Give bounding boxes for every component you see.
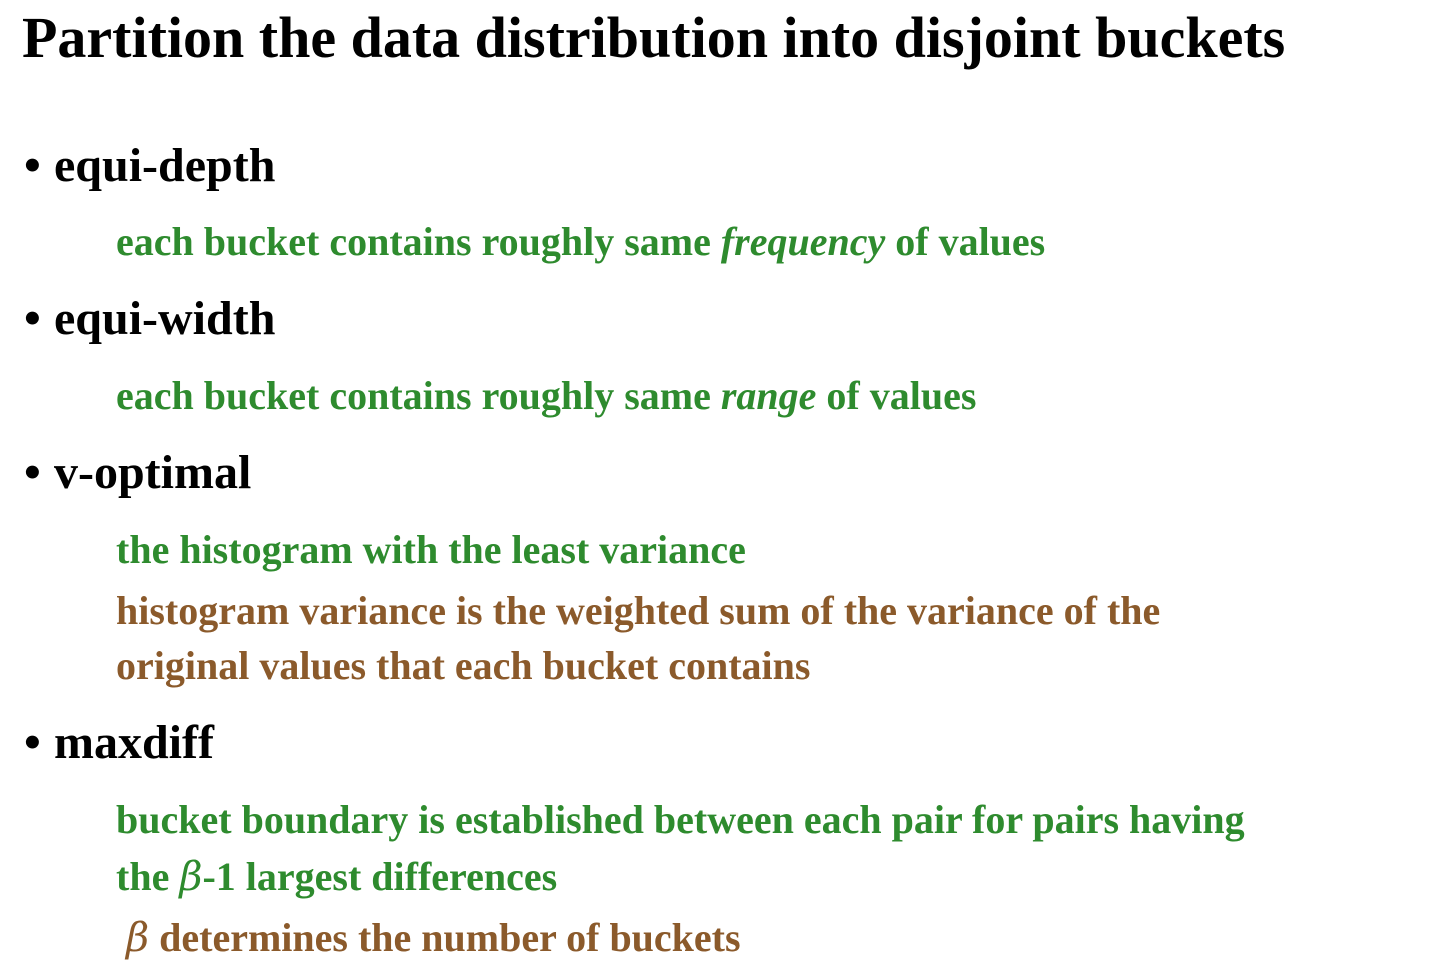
bullet-v-optimal: • v-optimal	[24, 445, 251, 501]
bullet-maxdiff: • maxdiff	[24, 715, 214, 771]
emphasis-text: range	[720, 373, 817, 418]
bullet-equi-depth: • equi-depth	[24, 138, 275, 194]
text-segment: determines the number of buckets	[149, 915, 741, 960]
equi-width-description: each bucket contains roughly same range …	[116, 372, 976, 420]
bullet-dot: •	[24, 716, 41, 769]
v-optimal-detail-line-1: histogram variance is the weighted sum o…	[116, 588, 1161, 633]
maxdiff-detail: β determines the number of buckets	[126, 914, 741, 962]
bullet-dot: •	[24, 292, 41, 345]
equi-depth-description: each bucket contains roughly same freque…	[116, 218, 1045, 266]
page-title: Partition the data distribution into dis…	[22, 5, 1286, 70]
text-segment: each bucket contains roughly same	[116, 219, 721, 264]
text-segment: of values	[885, 219, 1046, 264]
beta-symbol: β	[126, 915, 150, 961]
maxdiff-description-line-2: the β-1 largest differences	[116, 853, 557, 901]
text-segment: each bucket contains roughly same	[116, 373, 721, 418]
bullet-heading: equi-depth	[54, 139, 276, 192]
bullet-heading: v-optimal	[54, 446, 252, 499]
maxdiff-description-line-1: bucket boundary is established between e…	[116, 797, 1245, 842]
emphasis-text: frequency	[720, 219, 886, 264]
bullet-equi-width: • equi-width	[24, 291, 275, 347]
bullet-dot: •	[24, 139, 41, 192]
text-segment: of values	[816, 373, 977, 418]
bullet-dot: •	[24, 446, 41, 499]
beta-symbol: β	[179, 854, 203, 900]
v-optimal-detail-line-2: original values that each bucket contain…	[116, 643, 811, 688]
v-optimal-description: the histogram with the least variance	[116, 527, 746, 572]
bullet-heading: maxdiff	[54, 716, 214, 769]
text-segment: the	[116, 854, 180, 899]
text-segment: -1 largest differences	[202, 854, 558, 899]
bullet-heading: equi-width	[54, 292, 276, 345]
